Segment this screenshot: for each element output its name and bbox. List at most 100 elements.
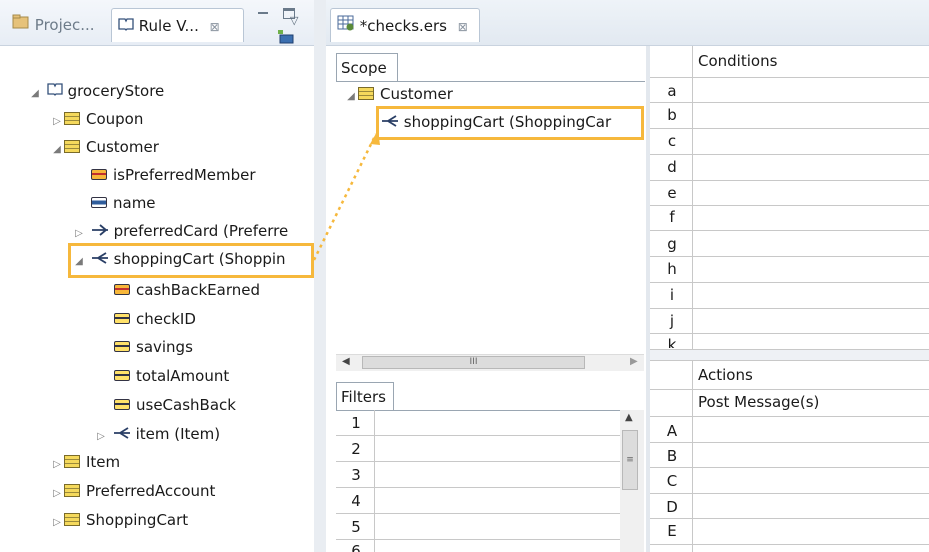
filter-row-label: 4 [351,492,361,510]
section-splitter[interactable] [650,349,929,361]
condition-row-label: c [667,132,677,150]
collapsed-icon[interactable]: ▷ [50,451,64,479]
tree-item-customer[interactable]: ◢ Customer [50,133,159,161]
filters-header: Filters [336,382,394,410]
tree-item-label: Coupon [86,110,144,128]
tree-item-label: name [113,194,156,212]
action-row-label: E [667,522,677,540]
condition-row-label: e [667,184,677,202]
tree-item-label: item (Item) [135,425,221,443]
condition-row-label: b [667,106,677,124]
tree-item-preferredaccount[interactable]: ▷ PreferredAccount [50,477,215,505]
scope-selection-highlight [376,106,644,140]
tree-item-item-entity[interactable]: ▷ Item [50,448,120,476]
collapsed-icon[interactable]: ▷ [94,423,108,451]
tree-item-label: groceryStore [67,82,165,100]
scope-item-customer[interactable]: ◢ Customer [344,80,453,108]
condition-row-label: h [667,260,677,278]
association-icon [91,217,109,245]
tree-item-label: Customer [86,138,159,156]
tree-item-label: checkID [136,310,196,328]
tab-rule-vocabulary[interactable]: Rule V... ⊠ [111,8,244,42]
tree-item-usecashback[interactable]: useCashBack [114,391,236,419]
tree-item-coupon[interactable]: ▷ Coupon [50,105,143,133]
boolean-attribute-icon [91,169,107,180]
tree-item-grocerystore[interactable]: ◢ groceryStore [28,77,164,105]
filter-row-label: 3 [351,466,361,484]
condition-row-label: f [669,208,675,226]
add-vocabulary-icon[interactable] [278,30,294,48]
post-message-header: Post Message(s) [698,393,820,411]
attribute-icon [114,341,130,352]
book-icon [118,9,134,43]
tree-item-label: ShoppingCart [86,511,189,529]
expanded-icon[interactable]: ◢ [344,83,358,111]
scrollbar-thumb[interactable]: ≡ [622,430,638,490]
filter-row-label: 2 [351,440,361,458]
editor-tab-bar: *checks.ers ⊠ [326,0,929,46]
actions-header: Actions [698,366,753,384]
condition-row-label: i [669,286,675,304]
collapsed-icon[interactable]: ▷ [50,108,64,136]
project-explorer-icon [12,8,30,42]
tree-item-label: preferredCard (Preferre [113,222,289,240]
tree-item-cashbackearned[interactable]: cashBackEarned [114,276,260,304]
entity-icon [64,513,80,526]
ruleset-file-icon [337,9,355,43]
tab-label: *checks.ers [359,17,447,35]
tree-item-checkid[interactable]: checkID [114,305,196,333]
expanded-icon[interactable]: ◢ [28,80,42,108]
view-menu-icon[interactable]: ▽ [290,14,298,27]
tab-checks-ers[interactable]: *checks.ers ⊠ [330,8,480,42]
left-tab-bar: Projec... Rule V... ⊠ [0,0,314,46]
filters-table [336,410,644,552]
action-row-label: C [666,472,678,490]
condition-row-label: k [667,336,677,348]
entity-icon [64,484,80,497]
filter-row-label: 1 [351,414,361,432]
selection-highlight [68,243,314,278]
filter-row-label: 6 [351,542,361,552]
collapsed-icon[interactable]: ▷ [50,509,64,537]
condition-row-label: d [667,158,677,176]
tree-item-savings[interactable]: savings [114,333,193,361]
tree-item-totalamount[interactable]: totalAmount [114,362,229,390]
tree-item-label: PreferredAccount [86,482,216,500]
attribute-icon [114,370,130,381]
close-icon[interactable]: ⊠ [458,20,468,34]
close-icon[interactable]: ⊠ [210,20,220,34]
entity-icon [64,455,80,468]
tree-item-preferredcard[interactable]: ▷ preferredCard (Preferre [72,217,288,245]
scroll-up-icon[interactable]: ▲ [625,412,633,423]
tree-item-label: cashBackEarned [136,281,261,299]
expanded-icon[interactable]: ◢ [50,136,64,164]
tree-item-label: totalAmount [136,367,230,385]
tab-project-explorer[interactable]: Projec... [6,8,108,42]
tree-item-name[interactable]: name [91,189,156,217]
condition-row-label: a [667,82,677,100]
book-icon [47,77,63,105]
attribute-icon [114,284,130,295]
action-row-label: A [666,422,678,440]
attribute-icon [114,313,130,324]
conditions-header: Conditions [698,52,778,70]
condition-row-label: g [667,235,677,253]
minimize-icon[interactable] [258,12,268,14]
scrollbar-thumb[interactable]: III [362,356,585,369]
drag-arrow [312,130,380,261]
entity-icon [64,140,80,153]
ruleset-editor: *checks.ers ⊠ Scope ◢ Customer shoppingCa… [312,0,929,552]
collapsed-icon[interactable]: ▷ [50,480,64,508]
entity-icon [358,87,374,100]
tree-item-label: savings [136,338,193,356]
view-splitter[interactable] [314,0,326,552]
tree-item-ispreferredmember[interactable]: isPreferredMember [91,161,256,189]
scroll-left-icon[interactable]: ◀ [342,356,350,367]
tree-item-label: useCashBack [136,396,236,414]
scroll-right-icon[interactable]: ▶ [630,356,638,367]
condition-row-label: j [669,312,675,330]
tree-item-item[interactable]: ▷ item (Item) [94,420,220,448]
tree-item-label: Item [86,453,121,471]
tree-item-shoppingcart-entity[interactable]: ▷ ShoppingCart [50,506,188,534]
action-row-label: B [666,447,678,465]
